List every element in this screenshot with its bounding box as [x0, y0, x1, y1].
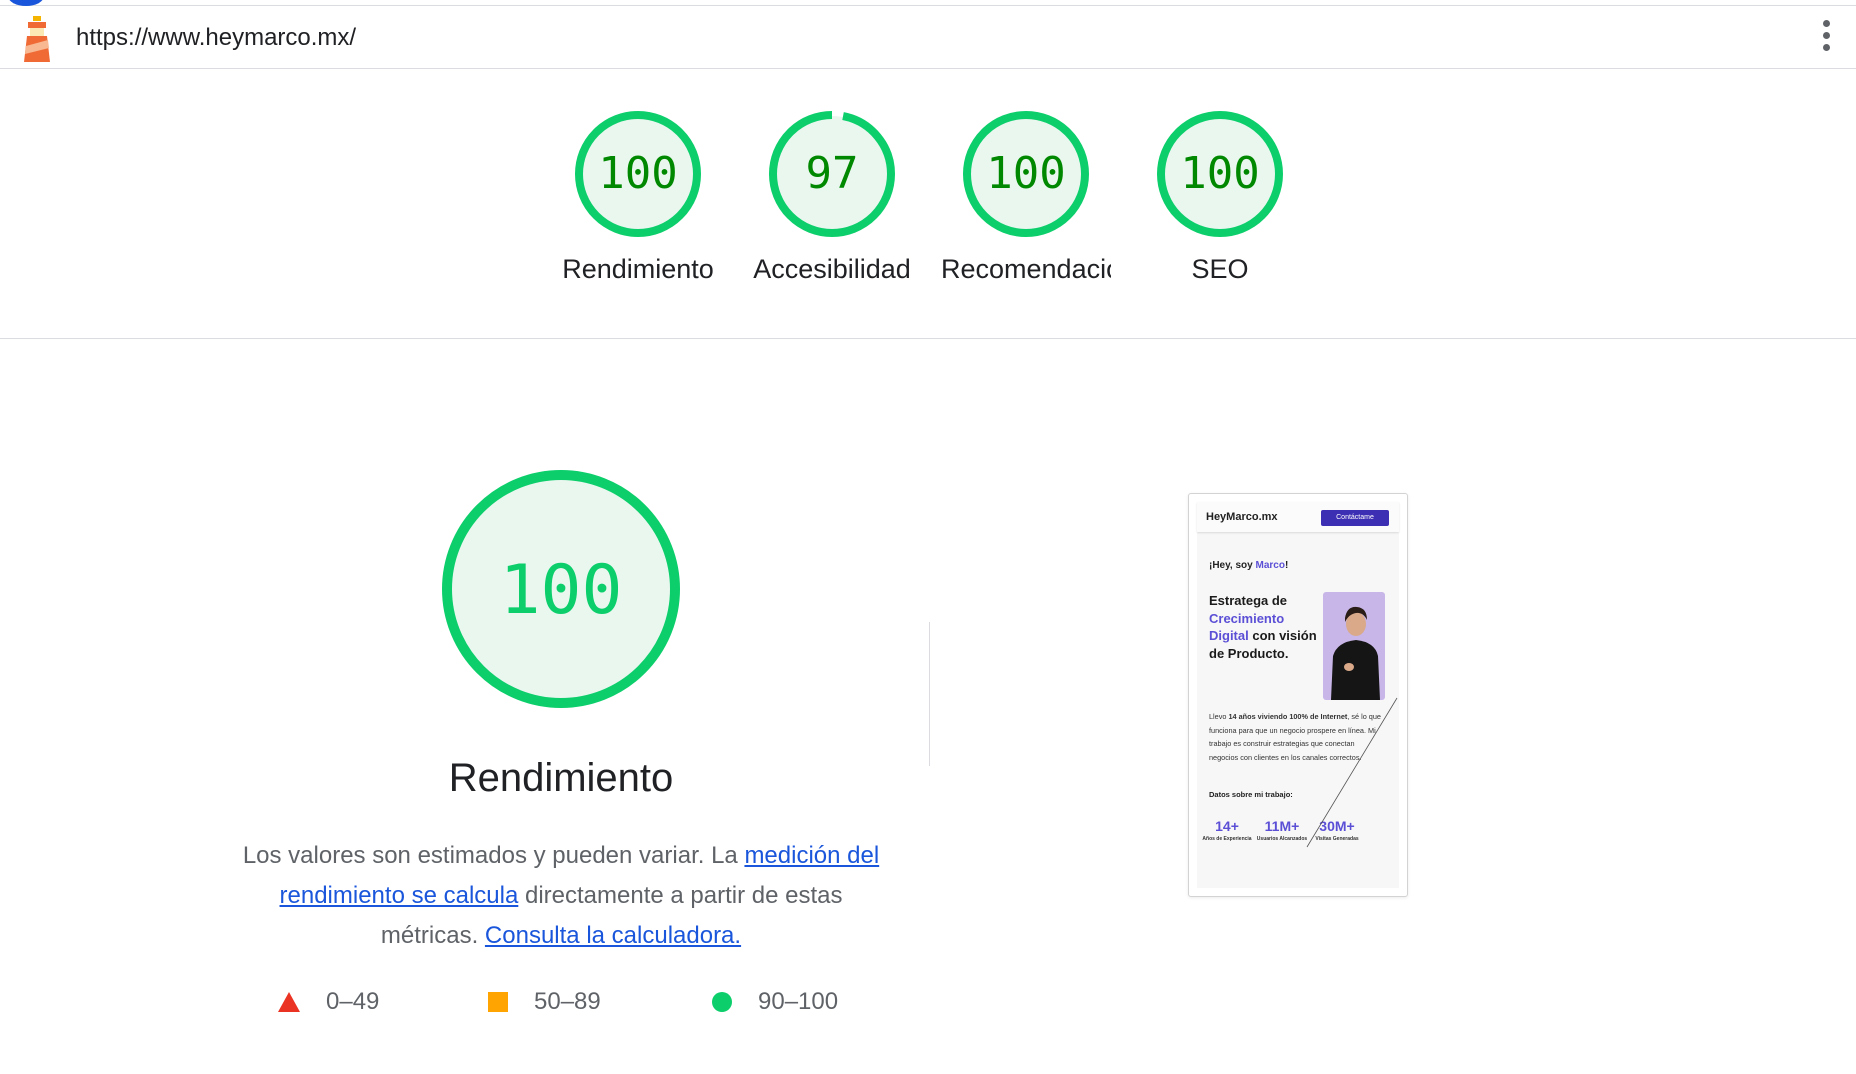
calculator-link[interactable]: Consulta la calculadora. — [485, 922, 741, 949]
performance-title: Rendimiento — [448, 756, 674, 800]
average-square-icon — [488, 992, 508, 1012]
performance-description: Los valores son estimados y pueden varia… — [236, 836, 886, 956]
desc-text: Los valores son estimados y pueden varia… — [242, 842, 745, 869]
lighthouse-logo-icon — [24, 16, 50, 62]
report-header: https://www.heymarco.mx/ — [0, 6, 1856, 69]
pass-circle-icon — [712, 992, 732, 1012]
report-url[interactable]: https://www.heymarco.mx/ — [76, 24, 356, 52]
gauge-label: SEO — [1191, 254, 1249, 284]
gauge-score: 100 — [598, 148, 677, 199]
gauge-score: 100 — [1180, 148, 1259, 199]
final-screenshot[interactable]: HeyMarco.mx Contáctame ¡Hey, soy Marco! … — [1188, 493, 1408, 897]
gauge-performance[interactable]: 100 Rendimiento — [541, 108, 735, 285]
gauge-label: Accesibilidad — [753, 254, 911, 284]
gauge-ring: 100 — [575, 111, 701, 237]
vertical-divider — [929, 622, 930, 766]
gauge-label: Recomendaciones — [941, 254, 1111, 284]
gauge-best-practices[interactable]: 100 Recomendaciones — [929, 108, 1123, 285]
legend-pass: 90–100 — [712, 988, 838, 1016]
gauge-ring: 100 — [963, 111, 1089, 237]
gauge-ring: 100 — [1157, 111, 1283, 237]
performance-gauge: 100 — [442, 470, 680, 708]
legend-range: 0–49 — [326, 988, 380, 1015]
gauge-ring: 97 — [769, 111, 895, 237]
legend-average: 50–89 — [488, 988, 601, 1016]
render-artifact-line — [1306, 697, 1398, 848]
gauge-accessibility[interactable]: 97 Accesibilidad — [735, 108, 929, 285]
gauge-label: Rendimiento — [562, 254, 714, 284]
gauge-seo[interactable]: 100 SEO — [1123, 108, 1317, 285]
score-legend: 0–49 50–89 90–100 — [270, 988, 890, 1024]
legend-range: 90–100 — [758, 988, 839, 1015]
section-divider — [0, 338, 1856, 339]
legend-fail: 0–49 — [278, 988, 379, 1016]
fail-triangle-icon — [278, 992, 300, 1012]
legend-range: 50–89 — [534, 988, 601, 1015]
performance-score: 100 — [500, 551, 623, 630]
category-gauges: 100 Rendimiento 97 Accesibilidad 100 Rec… — [0, 108, 1856, 298]
gauge-score: 100 — [986, 148, 1065, 199]
more-options-icon[interactable] — [1820, 20, 1832, 56]
gauge-score: 97 — [806, 148, 859, 199]
